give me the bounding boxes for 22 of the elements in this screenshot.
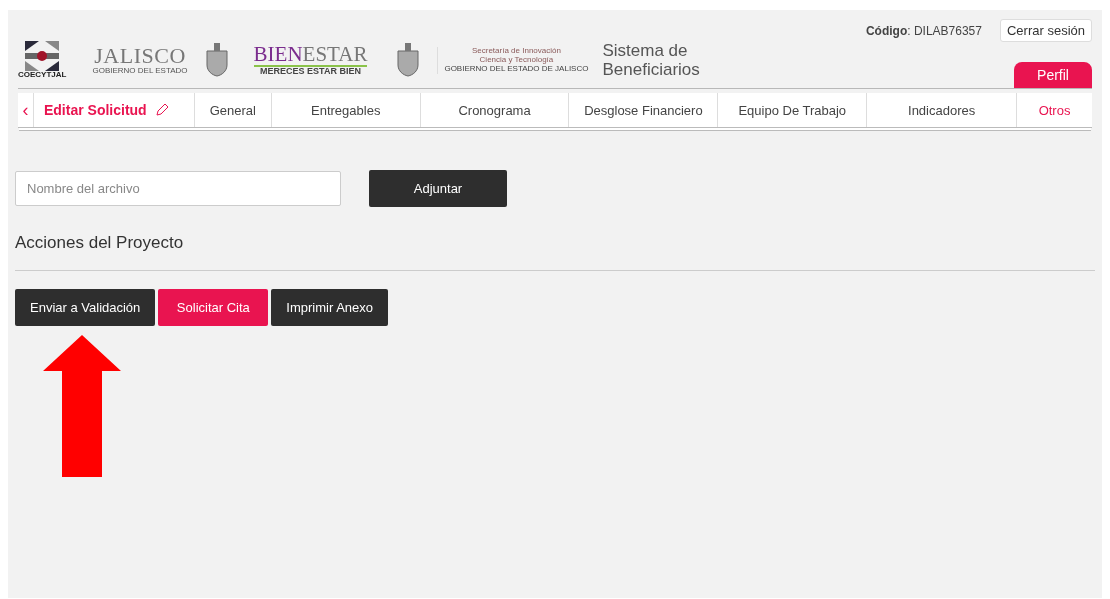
logo-text: Ciencia y Tecnología (479, 56, 554, 65)
user-code: Código: DILAB76357 (865, 23, 982, 38)
coecytjal-logo-icon (25, 41, 60, 72)
logo-text: GOBIERNO DEL ESTADO DE JALISCO (444, 64, 589, 74)
logo-text: MERECES ESTAR BIEN (260, 67, 361, 77)
action-button[interactable]: Enviar a Validación (15, 289, 156, 326)
action-button[interactable]: Imprimir Anexo (271, 289, 389, 326)
action-button[interactable]: Solicitar Cita (158, 289, 269, 326)
logo-text: COECYTJAL (18, 71, 67, 80)
logo-text: Secretaría de Innovación (471, 47, 561, 57)
profile-tab[interactable]: Perfil (1014, 62, 1092, 88)
pencil-icon (154, 103, 169, 117)
file-name-field[interactable]: Nombre del archivo (15, 171, 341, 206)
logout-button[interactable]: Cerrar sesión (999, 19, 1092, 42)
logo-text: BIENESTAR (253, 44, 368, 67)
logo-text: JALISCO (94, 45, 186, 68)
up-arrow-icon (43, 335, 121, 477)
page-title: Editar Solicitud (44, 102, 147, 118)
section-title: Acciones del Proyecto (15, 233, 1095, 271)
logo-text: GOBIERNO DEL ESTADO (92, 67, 188, 76)
attach-button[interactable]: Adjuntar (369, 170, 507, 207)
app-title: Sistema de Beneficiarios (602, 40, 701, 80)
